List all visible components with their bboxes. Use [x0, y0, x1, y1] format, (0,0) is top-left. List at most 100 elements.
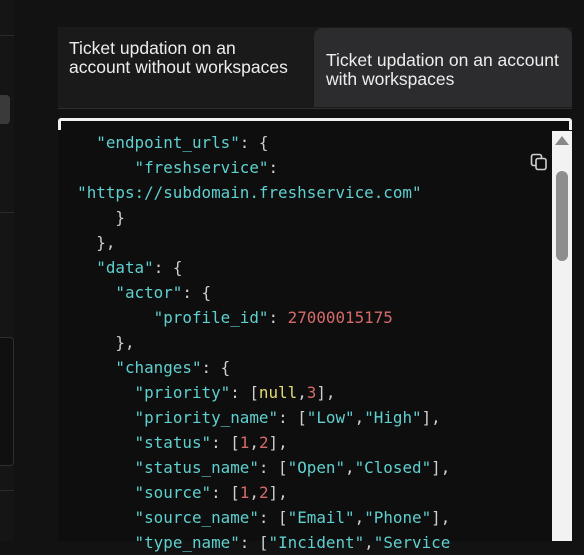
json-punctuation: ], [431, 508, 451, 527]
tab-label: Ticket updation on an account with works… [326, 50, 559, 89]
json-punctuation: : [268, 308, 288, 327]
code-block: "endpoint_urls": { "freshservice": "http… [58, 118, 572, 552]
code-line: "endpoint_urls": { [58, 130, 548, 155]
code-line: }, [58, 330, 548, 355]
json-number: 1 [239, 483, 250, 502]
code-line: "freshservice": [58, 155, 548, 180]
json-punctuation: : { [239, 133, 269, 152]
json-number: 3 [306, 383, 317, 402]
json-punctuation [58, 133, 96, 152]
json-key: "source" [134, 483, 212, 502]
code-line: "status": [1,2], [58, 430, 548, 455]
json-punctuation [58, 383, 135, 402]
json-punctuation [58, 458, 135, 477]
json-punctuation [58, 283, 115, 302]
json-key: "actor" [115, 283, 183, 302]
json-key: "freshservice" [134, 158, 269, 177]
json-punctuation: ], [268, 483, 288, 502]
json-string: "Closed" [354, 458, 432, 477]
json-punctuation: ], [421, 408, 441, 427]
code-line: "source": [1,2], [58, 480, 548, 505]
code-line: "type_name": ["Incident","Service [58, 530, 548, 555]
code-line: "changes": { [58, 355, 548, 380]
json-key: "priority" [134, 383, 231, 402]
json-punctuation: : [ [211, 433, 240, 452]
code-line: "profile_id": 27000015175 [58, 305, 548, 330]
json-key: "status_name" [134, 458, 259, 477]
sidebar-divider [0, 212, 14, 213]
code-line: }, [58, 230, 548, 255]
json-punctuation [58, 433, 135, 452]
code-line: "https://subdomain.freshservice.com" [58, 180, 548, 205]
json-punctuation: : { [153, 258, 183, 277]
json-punctuation: , [249, 483, 259, 502]
tab-label: Ticket updation on an account without wo… [69, 38, 288, 77]
json-number: 2 [258, 483, 269, 502]
json-string: "Incident" [268, 533, 365, 552]
json-punctuation: } [58, 208, 125, 227]
scrollbar-thumb[interactable] [556, 171, 568, 261]
json-number: 27000015175 [287, 308, 393, 327]
example-tabs: Ticket updation on an account without wo… [58, 27, 572, 108]
json-punctuation [58, 358, 115, 377]
json-punctuation: : [ [239, 533, 269, 552]
json-punctuation: ], [431, 458, 451, 477]
sidebar-divider [0, 35, 14, 36]
tab-without-workspaces[interactable]: Ticket updation on an account without wo… [69, 39, 289, 77]
json-punctuation: }, [58, 333, 135, 352]
json-punctuation: , [249, 433, 259, 452]
json-number: 2 [258, 433, 269, 452]
json-punctuation [58, 533, 135, 552]
sidebar-panel [0, 337, 14, 466]
code-line: "actor": { [58, 280, 548, 305]
tab-with-workspaces[interactable]: Ticket updation on an account with works… [314, 28, 572, 107]
json-punctuation [58, 183, 77, 202]
sidebar-item[interactable] [0, 95, 10, 124]
copy-button[interactable] [530, 153, 548, 171]
json-string: "Email" [287, 508, 355, 527]
json-key: "endpoint_urls" [96, 133, 240, 152]
json-null: null [258, 383, 298, 402]
json-string: "https://subdomain.freshservice.com" [77, 183, 422, 202]
json-string: "Service [373, 533, 451, 552]
json-punctuation [58, 308, 154, 327]
code-content: "endpoint_urls": { "freshservice": "http… [58, 130, 548, 555]
json-punctuation [58, 508, 135, 527]
json-punctuation [58, 158, 135, 177]
json-punctuation: : [268, 158, 279, 177]
json-key: "priority_name" [134, 408, 279, 427]
json-punctuation: ], [268, 433, 288, 452]
json-punctuation: : { [201, 358, 231, 377]
json-key: "source_name" [134, 508, 259, 527]
json-punctuation: : { [182, 283, 212, 302]
code-line: "priority": [null,3], [58, 380, 548, 405]
json-punctuation: : [ [211, 483, 240, 502]
json-key: "status" [134, 433, 212, 452]
code-line: "status_name": ["Open","Closed"], [58, 455, 548, 480]
json-string: "High" [364, 408, 422, 427]
tabs-divider [58, 108, 572, 109]
json-punctuation: ], [316, 383, 336, 402]
json-punctuation: : [ [258, 458, 288, 477]
json-punctuation: : [ [230, 383, 259, 402]
code-line: "source_name": ["Email","Phone"], [58, 505, 548, 530]
json-punctuation [58, 483, 135, 502]
json-number: 1 [239, 433, 250, 452]
arrow-up-icon[interactable] [555, 136, 569, 145]
json-punctuation: , [354, 508, 365, 527]
code-line: "data": { [58, 255, 548, 280]
left-sidebar [0, 0, 14, 541]
json-punctuation: : [ [278, 408, 307, 427]
json-punctuation: , [364, 533, 374, 552]
json-punctuation: , [345, 458, 355, 477]
copy-icon [530, 153, 547, 171]
vertical-scrollbar[interactable] [552, 131, 572, 541]
code-block-border [58, 118, 572, 130]
json-punctuation [58, 258, 96, 277]
json-punctuation: , [354, 408, 365, 427]
json-punctuation: , [297, 383, 307, 402]
sidebar-divider [0, 490, 14, 491]
json-string: "Low" [306, 408, 355, 427]
json-punctuation: : [ [258, 508, 288, 527]
json-key: "data" [96, 258, 154, 277]
